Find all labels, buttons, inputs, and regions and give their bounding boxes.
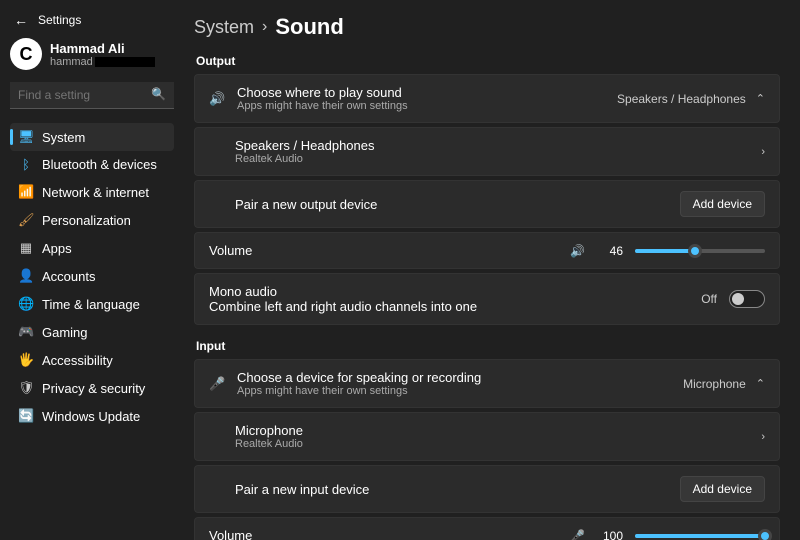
output-pair-device: Pair a new output device Add device <box>194 180 780 228</box>
sidebar-item-label: Accounts <box>42 269 95 284</box>
microphone-icon[interactable]: 🎤 <box>570 529 585 540</box>
nav-icon: 🌐 <box>18 296 34 312</box>
output-volume-row: Volume 🔊 46 <box>194 232 780 269</box>
breadcrumb-parent[interactable]: System <box>194 17 254 38</box>
breadcrumb-current: Sound <box>275 14 343 40</box>
sidebar-item-network-internet[interactable]: 📶 Network & internet <box>10 178 174 206</box>
nav-icon: 👤 <box>18 268 34 284</box>
nav-icon: 🖐 <box>18 352 34 368</box>
output-choose-device[interactable]: 🔊 Choose where to play sound Apps might … <box>194 74 780 123</box>
sidebar-item-label: Personalization <box>42 213 131 228</box>
breadcrumb: System › Sound <box>194 14 780 40</box>
chevron-right-icon: › <box>262 18 267 36</box>
sidebar-item-label: Privacy & security <box>42 381 145 396</box>
sidebar-item-system[interactable]: 🖥 System <box>10 123 174 151</box>
output-device-speakers[interactable]: Speakers / Headphones Realtek Audio › <box>194 127 780 176</box>
sidebar-item-gaming[interactable]: 🎮 Gaming <box>10 318 174 346</box>
nav-icon: 🖥 <box>18 129 34 145</box>
search-input[interactable] <box>10 82 174 109</box>
sidebar-item-accessibility[interactable]: 🖐 Accessibility <box>10 346 174 374</box>
input-section-label: Input <box>196 339 780 353</box>
sidebar-item-label: Windows Update <box>42 409 140 424</box>
user-email: hammad <box>50 56 155 68</box>
sidebar-item-label: Network & internet <box>42 185 149 200</box>
nav-icon: ᛒ <box>18 157 34 172</box>
chevron-up-icon: ⌃ <box>756 92 765 105</box>
sidebar-item-label: Gaming <box>42 325 88 340</box>
nav-icon: 🔄 <box>18 408 34 424</box>
chevron-up-icon: ⌃ <box>756 377 765 390</box>
back-button[interactable]: ← <box>10 10 32 30</box>
app-title: Settings <box>38 13 81 27</box>
sidebar-item-privacy-security[interactable]: 🛡 Privacy & security <box>10 374 174 402</box>
input-volume-slider[interactable] <box>635 534 765 538</box>
sidebar-item-label: Bluetooth & devices <box>42 157 157 172</box>
microphone-icon: 🎤 <box>209 376 225 392</box>
input-device-microphone[interactable]: Microphone Realtek Audio › <box>194 412 780 461</box>
sidebar-item-accounts[interactable]: 👤 Accounts <box>10 262 174 290</box>
nav-icon: 🖌 <box>18 212 34 228</box>
chevron-right-icon: › <box>761 146 765 158</box>
sidebar-item-label: Apps <box>42 241 72 256</box>
search-icon: 🔍 <box>151 87 166 101</box>
sidebar-item-time-language[interactable]: 🌐 Time & language <box>10 290 174 318</box>
sidebar-item-personalization[interactable]: 🖌 Personalization <box>10 206 174 234</box>
input-choose-device[interactable]: 🎤 Choose a device for speaking or record… <box>194 359 780 408</box>
sidebar-item-label: System <box>42 130 85 145</box>
sidebar-item-apps[interactable]: ▦ Apps <box>10 234 174 262</box>
nav-icon: 🎮 <box>18 324 34 340</box>
sidebar-item-windows-update[interactable]: 🔄 Windows Update <box>10 402 174 430</box>
mono-audio-row: Mono audio Combine left and right audio … <box>194 273 780 325</box>
volume-icon[interactable]: 🔊 <box>570 244 585 258</box>
sidebar-item-label: Accessibility <box>42 353 113 368</box>
add-output-device-button[interactable]: Add device <box>680 191 765 217</box>
sidebar-item-bluetooth-devices[interactable]: ᛒ Bluetooth & devices <box>10 151 174 178</box>
mono-audio-toggle[interactable] <box>729 290 765 308</box>
user-name: Hammad Ali <box>50 41 155 56</box>
input-volume-row: Volume 🎤 100 <box>194 517 780 540</box>
input-pair-device: Pair a new input device Add device <box>194 465 780 513</box>
chevron-right-icon: › <box>761 431 765 443</box>
nav-icon: 🛡 <box>18 380 34 396</box>
nav-icon: 📶 <box>18 184 34 200</box>
sidebar-item-label: Time & language <box>42 297 140 312</box>
nav-icon: ▦ <box>18 240 34 256</box>
output-volume-slider[interactable] <box>635 249 765 253</box>
avatar: C <box>10 38 42 70</box>
add-input-device-button[interactable]: Add device <box>680 476 765 502</box>
output-section-label: Output <box>196 54 780 68</box>
speaker-icon: 🔊 <box>209 91 225 107</box>
user-account[interactable]: C Hammad Ali hammad <box>10 38 174 70</box>
